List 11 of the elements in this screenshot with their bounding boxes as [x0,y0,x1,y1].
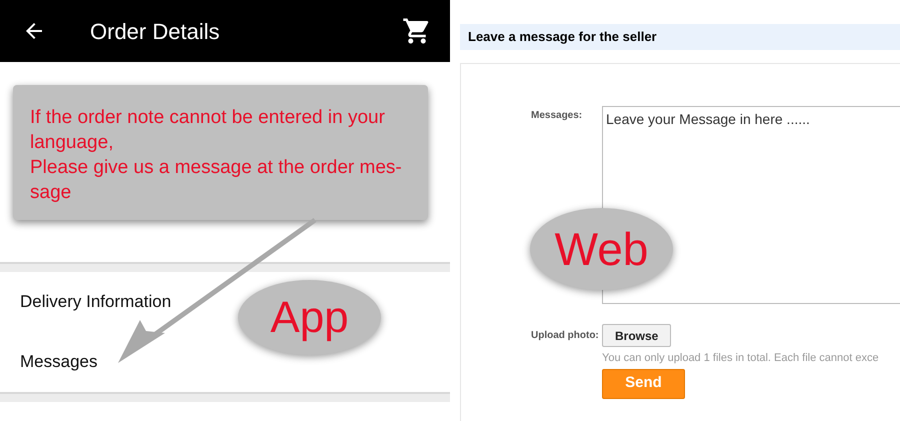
app-tag: App [238,280,381,355]
callout-note: If the order note cannot be entered in your language, Please give us a message at the order mes- sage [13,85,428,220]
browse-button[interactable]: Browse [602,324,672,347]
field-label: Messages: [531,109,584,123]
menu-item[interactable]: Messages [20,349,98,375]
upload-hint: You can only upload 1 files in total. Each file cannot exce [602,351,879,366]
screen-title: Order Details [90,18,220,46]
section-header: Leave a message for the seller [460,24,900,50]
field-label: Upload photo: [531,329,600,343]
menu-item[interactable]: Delivery Information [20,289,172,315]
web-tag: Web [530,208,673,290]
